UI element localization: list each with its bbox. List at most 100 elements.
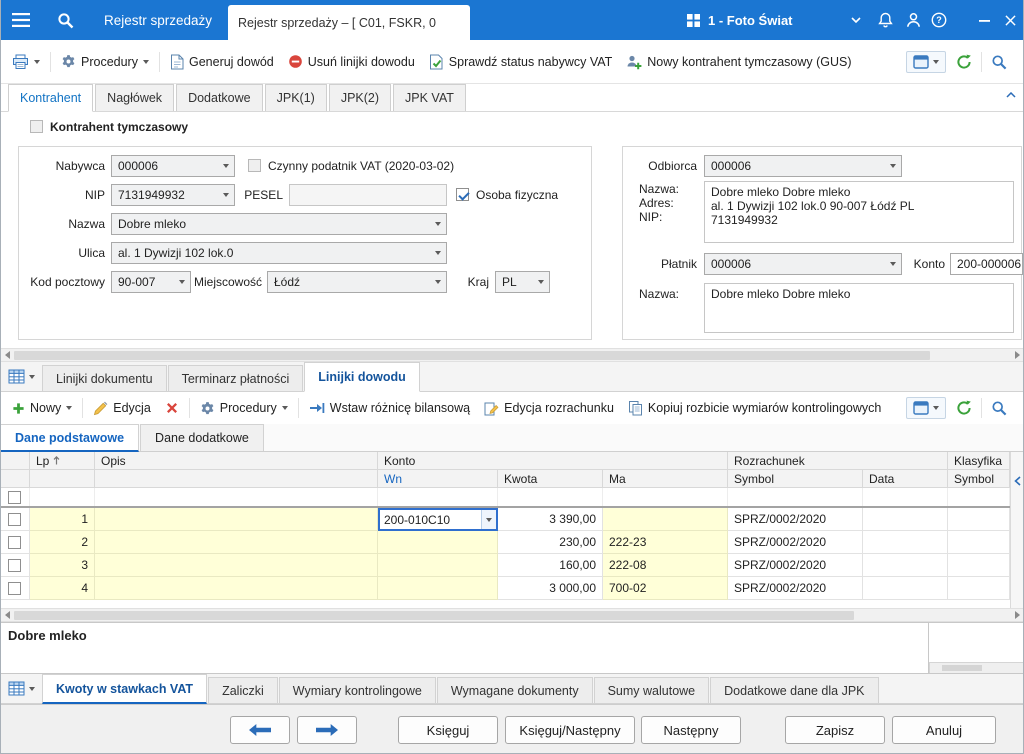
grid-view-icon[interactable] <box>0 681 42 703</box>
column-header-symbol[interactable]: Symbol <box>728 470 863 488</box>
ksieguj-nastepny-button[interactable]: Księguj/Następny <box>505 716 635 744</box>
select-all-checkbox[interactable] <box>8 491 21 504</box>
tab-jpk1[interactable]: JPK(1) <box>265 84 327 111</box>
cell-select[interactable] <box>0 531 30 554</box>
cell-symbol[interactable]: SPRZ/0002/2020 <box>728 554 863 577</box>
procedury-lines-button[interactable]: Procedury <box>193 397 295 420</box>
pesel-field[interactable] <box>289 184 447 206</box>
edycja-button[interactable]: Edycja <box>86 397 158 420</box>
grid-row-4[interactable]: 4 3 000,00 700-02 SPRZ/0002/2020 <box>0 577 1010 600</box>
tab-kwoty-vat[interactable]: Kwoty w stawkach VAT <box>42 674 207 704</box>
usun-linijki-button[interactable]: Usuń linijki dowodu <box>281 50 422 73</box>
help-icon[interactable]: ? <box>926 0 952 40</box>
minimize-icon[interactable] <box>972 0 996 40</box>
apps-grid-icon[interactable] <box>682 0 704 40</box>
cell-kwota[interactable]: 160,00 <box>498 554 603 577</box>
cell-klasyfikacja[interactable] <box>948 531 1010 554</box>
grid-new-row[interactable] <box>0 488 1010 508</box>
cell-wn[interactable] <box>378 531 498 554</box>
scroll-left-arrow[interactable] <box>0 609 14 621</box>
nip-select[interactable]: 7131949932 <box>111 184 235 206</box>
cell-symbol[interactable]: SPRZ/0002/2020 <box>728 508 863 531</box>
view-selector-button[interactable] <box>906 51 946 73</box>
cell-ma[interactable]: 222-23 <box>603 531 728 554</box>
cell-lp[interactable]: 1 <box>30 508 95 531</box>
user-icon[interactable] <box>900 0 926 40</box>
tab-wymagane-dokumenty[interactable]: Wymagane dokumenty <box>437 677 593 703</box>
cell-opis[interactable] <box>95 577 378 600</box>
cell-symbol[interactable]: SPRZ/0002/2020 <box>728 577 863 600</box>
chevron-down-icon[interactable] <box>481 510 496 529</box>
scroll-right-arrow[interactable] <box>1010 609 1024 621</box>
refresh-button[interactable] <box>950 396 978 420</box>
cell-kwota[interactable]: 3 000,00 <box>498 577 603 600</box>
grid-horizontal-scrollbar[interactable] <box>0 608 1024 622</box>
column-header-opis[interactable]: Opis <box>95 452 378 470</box>
grid-row-3[interactable]: 3 160,00 222-08 SPRZ/0002/2020 <box>0 554 1010 577</box>
cell-ma[interactable] <box>603 508 728 531</box>
kontrahent-tymczasowy-checkbox[interactable] <box>30 120 43 133</box>
procedury-menu-button[interactable]: Procedury <box>54 50 156 73</box>
cell-ma[interactable]: 222-08 <box>603 554 728 577</box>
ksieguj-button[interactable]: Księguj <box>398 716 498 744</box>
column-group-konto[interactable]: Konto <box>378 452 728 470</box>
cell-ma[interactable]: 700-02 <box>603 577 728 600</box>
tab-jpk-vat[interactable]: JPK VAT <box>393 84 466 111</box>
cell-klasyfikacja[interactable] <box>948 508 1010 531</box>
tab-dane-podstawowe[interactable]: Dane podstawowe <box>0 424 139 452</box>
cell-lp[interactable]: 3 <box>30 554 95 577</box>
select-column-header[interactable] <box>0 452 30 470</box>
tab-terminarz-platnosci[interactable]: Terminarz płatności <box>168 365 304 391</box>
row-checkbox[interactable] <box>8 582 21 595</box>
chevron-down-icon[interactable] <box>846 0 866 40</box>
platnik-select[interactable]: 000006 <box>704 253 902 275</box>
anuluj-button[interactable]: Anuluj <box>892 716 996 744</box>
cell-klasyfikacja[interactable] <box>948 577 1010 600</box>
cell-klasyfikacja[interactable] <box>948 554 1010 577</box>
grid-view-icon[interactable] <box>0 369 42 391</box>
company-selector[interactable]: 1 - Foto Świat <box>708 0 793 40</box>
column-group-rozrachunek[interactable]: Rozrachunek <box>728 452 948 470</box>
sprawdz-status-vat-button[interactable]: Sprawdź status nabywcy VAT <box>422 50 620 74</box>
kod-pocztowy-select[interactable]: 90-007 <box>111 271 191 293</box>
mini-scrollbar[interactable] <box>929 662 1024 673</box>
cell-data[interactable] <box>863 508 948 531</box>
tab-dane-dodatkowe[interactable]: Dane dodatkowe <box>140 424 264 451</box>
cell-data[interactable] <box>863 577 948 600</box>
nowy-button[interactable]: Nowy <box>5 397 79 419</box>
document-tab[interactable]: Rejestr sprzedaży – [ C01, FSKR, 0 <box>228 5 470 40</box>
cell-opis[interactable] <box>95 531 378 554</box>
cell-select[interactable] <box>0 508 30 531</box>
scroll-left-arrow[interactable] <box>0 349 14 361</box>
cell-kwota[interactable]: 230,00 <box>498 531 603 554</box>
cell-lp[interactable]: 2 <box>30 531 95 554</box>
form-horizontal-scrollbar[interactable] <box>0 348 1024 362</box>
hamburger-menu-icon[interactable] <box>0 0 42 40</box>
nastepny-button[interactable]: Następny <box>641 716 741 744</box>
osoba-fizyczna-checkbox[interactable] <box>456 188 469 201</box>
odbiorca-select[interactable]: 000006 <box>704 155 902 177</box>
cell-kwota[interactable]: 3 390,00 <box>498 508 603 531</box>
collapse-side-panel[interactable] <box>1010 452 1024 608</box>
nazwa-select[interactable]: Dobre mleko <box>111 213 447 235</box>
scrollbar-thumb[interactable] <box>14 611 854 620</box>
tab-zaliczki[interactable]: Zaliczki <box>208 677 278 703</box>
row-checkbox[interactable] <box>8 513 21 526</box>
row-checkbox[interactable] <box>8 536 21 549</box>
edycja-rozrachunku-button[interactable]: Edycja rozrachunku <box>477 397 621 420</box>
cell-data[interactable] <box>863 554 948 577</box>
cell-lp[interactable]: 4 <box>30 577 95 600</box>
refresh-button[interactable] <box>950 50 978 74</box>
tab-wymiary-kontrolingowe[interactable]: Wymiary kontrolingowe <box>279 677 436 703</box>
scrollbar-thumb[interactable] <box>14 351 930 360</box>
kraj-select[interactable]: PL <box>495 271 550 293</box>
cell-opis[interactable] <box>95 554 378 577</box>
previous-record-button[interactable] <box>230 716 290 744</box>
wstaw-roznice-button[interactable]: Wstaw różnicę bilansową <box>302 397 477 419</box>
column-header-symbol2[interactable]: Symbol <box>948 470 1010 488</box>
column-group-klasyfikacja[interactable]: Klasyfika <box>948 452 1010 470</box>
column-header-lp[interactable]: Lp <box>30 452 95 470</box>
column-header-kwota[interactable]: Kwota <box>498 470 603 488</box>
nowy-kontrahent-gus-button[interactable]: Nowy kontrahent tymczasowy (GUS) <box>619 50 858 74</box>
tab-dodatkowe[interactable]: Dodatkowe <box>176 84 263 111</box>
